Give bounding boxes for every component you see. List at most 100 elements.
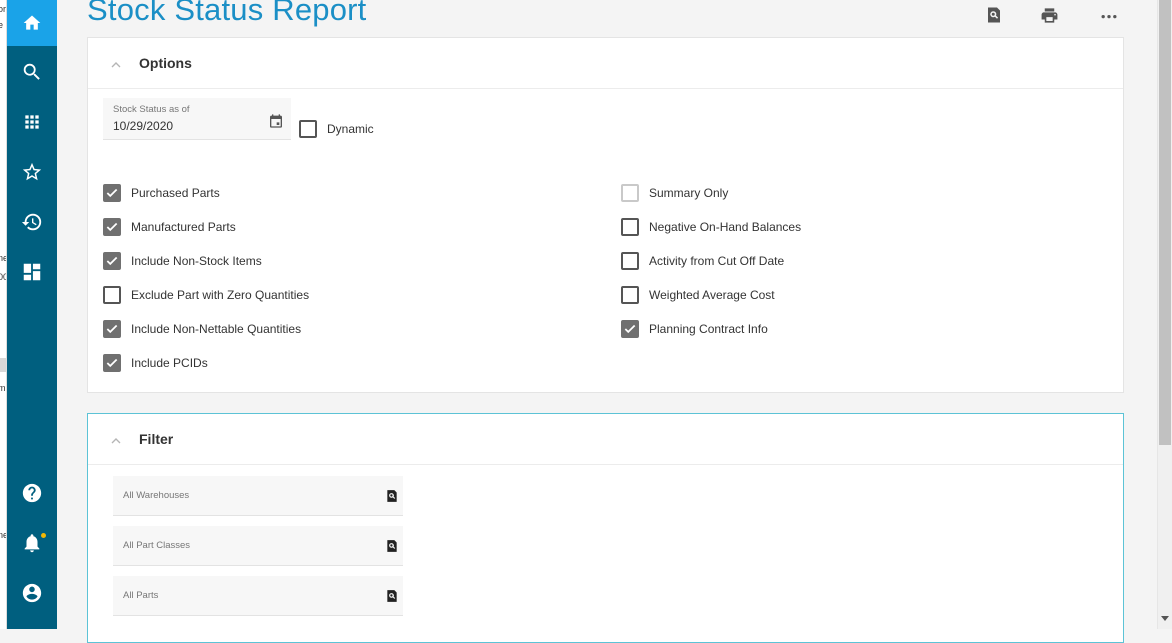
sidebar-item-apps[interactable] — [7, 102, 57, 142]
search-lookup-icon[interactable] — [385, 489, 399, 503]
page-title: Stock Status Report — [87, 0, 367, 27]
scrollbar-thumb[interactable] — [1159, 0, 1171, 445]
dynamic-checkbox[interactable] — [299, 120, 317, 138]
more-horizontal-icon — [1101, 15, 1117, 19]
print-button[interactable] — [1035, 2, 1063, 28]
options-header-label: Options — [139, 55, 192, 71]
checkbox-row-non-nettable[interactable]: Include Non-Nettable Quantities — [103, 319, 301, 339]
filter-header[interactable]: Filter — [88, 414, 1123, 465]
dashboard-icon — [23, 263, 41, 281]
weighted-average-label: Weighted Average Cost — [649, 288, 775, 302]
checkbox-row-planning-contract[interactable]: Planning Contract Info — [621, 319, 768, 339]
search-lookup-icon[interactable] — [385, 539, 399, 553]
check-icon — [106, 188, 118, 198]
dynamic-label: Dynamic — [327, 122, 374, 136]
pcids-label: Include PCIDs — [131, 356, 208, 370]
checkbox-row-weighted-average[interactable]: Weighted Average Cost — [621, 285, 775, 305]
checkbox-row-zero-quantities[interactable]: Exclude Part with Zero Quantities — [103, 285, 309, 305]
sidebar-item-search[interactable] — [7, 52, 57, 92]
sidebar-item-dashboard[interactable] — [7, 252, 57, 292]
date-field-value[interactable]: 10/29/2020 — [113, 119, 173, 133]
background-divider — [0, 358, 6, 372]
zero-quantities-label: Exclude Part with Zero Quantities — [131, 288, 310, 302]
date-field-label: Stock Status as of — [113, 104, 190, 115]
checkbox-row-purchased-parts[interactable]: Purchased Parts — [103, 183, 220, 203]
preview-search-icon — [988, 7, 1000, 23]
manufactured-parts-checkbox[interactable] — [103, 218, 121, 236]
sidebar-item-history[interactable] — [7, 202, 57, 242]
notification-badge — [41, 533, 46, 538]
preview-button[interactable] — [980, 2, 1008, 28]
purchased-parts-label: Purchased Parts — [131, 186, 220, 200]
background-text-fragment: 00 — [0, 272, 6, 282]
filter-header-label: Filter — [139, 431, 174, 447]
sidebar-item-account[interactable] — [7, 573, 57, 613]
purchased-parts-checkbox[interactable] — [103, 184, 121, 202]
non-nettable-checkbox[interactable] — [103, 320, 121, 338]
background-text-fragment: ne — [0, 530, 6, 540]
checkbox-row-activity-cut-off[interactable]: Activity from Cut Off Date — [621, 251, 784, 271]
apps-grid-icon — [25, 115, 39, 129]
background-window-strip: or e ne 00 m ne — [0, 0, 7, 629]
star-icon — [22, 162, 42, 181]
warehouses-filter-field[interactable]: All Warehouses — [113, 476, 403, 516]
main-sidebar — [7, 0, 57, 629]
options-header[interactable]: Options — [88, 38, 1123, 89]
home-icon — [23, 15, 41, 30]
more-options-button[interactable] — [1095, 2, 1123, 28]
chevron-up-icon — [111, 62, 121, 68]
sidebar-item-favorites[interactable] — [7, 152, 57, 192]
calendar-icon[interactable] — [268, 113, 284, 129]
part-classes-filter-field[interactable]: All Part Classes — [113, 526, 403, 566]
search-icon — [23, 63, 40, 80]
checkbox-row-manufactured-parts[interactable]: Manufactured Parts — [103, 217, 236, 237]
summary-only-label: Summary Only — [649, 186, 729, 200]
checkbox-row-pcids[interactable]: Include PCIDs — [103, 353, 208, 373]
search-lookup-icon[interactable] — [385, 589, 399, 603]
parts-placeholder: All Parts — [123, 590, 159, 601]
vertical-scrollbar[interactable] — [1157, 0, 1172, 629]
sidebar-item-help[interactable] — [7, 473, 57, 513]
background-text-fragment: m — [0, 383, 6, 393]
planning-contract-checkbox[interactable] — [621, 320, 639, 338]
check-icon — [624, 324, 636, 334]
sidebar-item-notifications[interactable] — [7, 523, 57, 563]
weighted-average-checkbox[interactable] — [621, 286, 639, 304]
non-nettable-label: Include Non-Nettable Quantities — [131, 322, 302, 336]
filter-panel: Filter All Warehouses All Part Classes A… — [87, 413, 1124, 643]
check-icon — [106, 324, 118, 334]
help-icon — [22, 483, 42, 503]
checkbox-row-summary-only[interactable]: Summary Only — [621, 183, 728, 203]
checkbox-row-negative-on-hand[interactable]: Negative On-Hand Balances — [621, 217, 801, 237]
history-icon — [21, 213, 42, 231]
dynamic-checkbox-row[interactable]: Dynamic — [299, 119, 374, 139]
main-content: Stock Status Report Options Stock Status… — [57, 0, 1157, 643]
zero-quantities-checkbox[interactable] — [103, 286, 121, 304]
summary-only-checkbox[interactable] — [621, 184, 639, 202]
chevron-up-icon — [111, 438, 121, 444]
activity-cut-off-label: Activity from Cut Off Date — [649, 254, 785, 268]
background-text-fragment: ne — [0, 253, 6, 263]
account-icon — [22, 583, 42, 603]
negative-on-hand-label: Negative On-Hand Balances — [649, 220, 802, 234]
warehouses-placeholder: All Warehouses — [123, 490, 190, 501]
sidebar-item-home[interactable] — [7, 0, 57, 46]
stock-status-date-field[interactable]: Stock Status as of 10/29/2020 — [103, 98, 291, 140]
background-text-fragment: or — [0, 4, 7, 14]
parts-filter-field[interactable]: All Parts — [113, 576, 403, 616]
manufactured-parts-label: Manufactured Parts — [131, 220, 236, 234]
planning-contract-label: Planning Contract Info — [649, 322, 768, 336]
notifications-icon — [24, 534, 40, 553]
options-panel: Options Stock Status as of 10/29/2020 Dy… — [87, 37, 1124, 393]
activity-cut-off-checkbox[interactable] — [621, 252, 639, 270]
negative-on-hand-checkbox[interactable] — [621, 218, 639, 236]
scroll-down-arrow-icon[interactable] — [1161, 616, 1169, 621]
print-icon — [1041, 7, 1057, 23]
check-icon — [106, 222, 118, 232]
non-stock-items-checkbox[interactable] — [103, 252, 121, 270]
check-icon — [106, 256, 118, 266]
non-stock-items-label: Include Non-Stock Items — [131, 254, 262, 268]
checkbox-row-non-stock-items[interactable]: Include Non-Stock Items — [103, 251, 262, 271]
pcids-checkbox[interactable] — [103, 354, 121, 372]
check-icon — [106, 358, 118, 368]
